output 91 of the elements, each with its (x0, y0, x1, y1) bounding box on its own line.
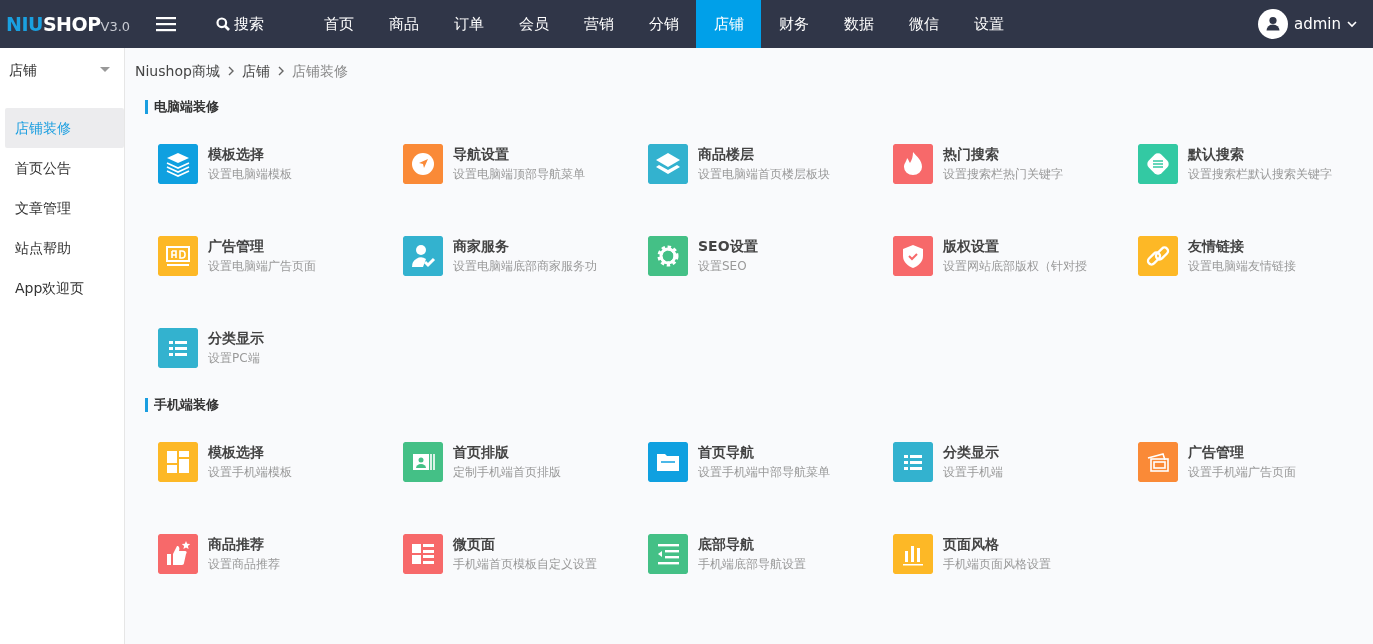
decoration-tile[interactable]: 广告管理 设置电脑端广告页面 (158, 236, 403, 276)
tile-description: 设置PC端 (208, 350, 261, 367)
decoration-tile[interactable]: 广告管理 设置手机端广告页面 (1138, 442, 1373, 482)
chevron-right-icon (277, 66, 284, 76)
decoration-tile[interactable]: 首页导航 设置手机端中部导航菜单 (648, 442, 893, 482)
search-button[interactable]: 搜索 (202, 0, 278, 48)
sidebar-item[interactable]: App欢迎页 (5, 268, 124, 308)
tile-description: 定制手机端首页排版 (453, 464, 561, 481)
decoration-tile[interactable]: 首页排版 定制手机端首页排版 (403, 442, 648, 482)
tile-title: 默认搜索 (1188, 145, 1245, 164)
menu-icon (156, 16, 176, 32)
chevron-right-icon (227, 66, 234, 76)
nav-tab[interactable]: 会员 (501, 0, 566, 48)
tile-description: 设置手机端 (943, 464, 1003, 481)
tile-description: 手机端底部导航设置 (698, 556, 806, 573)
decoration-tile[interactable]: 分类显示 设置PC端 (158, 328, 403, 368)
avatar-icon (1258, 9, 1288, 39)
tile-title: 导航设置 (453, 145, 510, 164)
decoration-tile[interactable]: 商家服务 设置电脑端底部商家服务功 (403, 236, 648, 276)
tile-title: 热门搜索 (943, 145, 1000, 164)
nav-tab[interactable]: 设置 (956, 0, 1021, 48)
decoration-tile[interactable]: 底部导航 手机端底部导航设置 (648, 534, 893, 574)
decoration-tile[interactable]: 商品推荐 设置商品推荐 (158, 534, 403, 574)
logo-text: NIUSHOP (6, 11, 101, 37)
breadcrumb-link[interactable]: Niushop商城 (135, 60, 220, 82)
tile-title: 首页排版 (453, 443, 510, 462)
tile-title: 商品推荐 (208, 535, 265, 554)
sidebar-item[interactable]: 首页公告 (5, 148, 124, 188)
caret-icon (100, 67, 110, 73)
tile-description: 设置电脑端模板 (208, 166, 292, 183)
decoration-tile[interactable]: 导航设置 设置电脑端顶部导航菜单 (403, 144, 648, 184)
decoration-tile[interactable]: 微页面 手机端首页模板自定义设置 (403, 534, 648, 574)
tile-title: 微页面 (453, 535, 496, 554)
tile-description: 设置手机端中部导航菜单 (698, 464, 830, 481)
decoration-tile[interactable]: SEO设置 设置SEO (648, 236, 893, 276)
decoration-tile[interactable]: 友情链接 设置电脑端友情链接 (1138, 236, 1373, 276)
tile-description: 设置电脑端首页楼层板块 (698, 166, 830, 183)
nav-tab[interactable]: 订单 (436, 0, 501, 48)
tile-title: 模板选择 (208, 145, 265, 164)
tile-description: 设置电脑端广告页面 (208, 258, 316, 275)
tile-title: SEO设置 (698, 237, 758, 256)
tile-description: 设置电脑端顶部导航菜单 (453, 166, 585, 183)
tile-title: 页面风格 (943, 535, 1000, 554)
tile-title: 分类显示 (943, 443, 1000, 462)
decoration-tile[interactable]: 页面风格 手机端页面风格设置 (893, 534, 1138, 574)
nav-tab[interactable]: 分销 (631, 0, 696, 48)
tile-title: 分类显示 (208, 329, 264, 348)
tile-description: 设置搜索栏热门关键字 (943, 166, 1063, 183)
decoration-tile[interactable]: 默认搜索 设置搜索栏默认搜索关键字 (1138, 144, 1373, 184)
decoration-tile[interactable]: 商品楼层 设置电脑端首页楼层板块 (648, 144, 893, 184)
tile-description: 设置电脑端底部商家服务功 (453, 258, 597, 275)
breadcrumb-current: 店铺装修 (291, 61, 348, 81)
tile-description: 设置手机端模板 (208, 464, 292, 481)
decoration-tile[interactable]: 热门搜索 设置搜索栏热门关键字 (893, 144, 1138, 184)
tile-title: 商家服务 (453, 237, 510, 256)
decoration-tile[interactable]: 模板选择 设置手机端模板 (158, 442, 403, 482)
sidebar-item[interactable]: 站点帮助 (5, 228, 124, 268)
tile-description: 设置电脑端友情链接 (1188, 258, 1296, 275)
tile-title: 底部导航 (698, 535, 755, 554)
tile-description: 设置手机端广告页面 (1188, 464, 1296, 481)
sidebar-item[interactable]: 文章管理 (5, 188, 124, 228)
nav-tab[interactable]: 微信 (891, 0, 956, 48)
section-title: 手机端装修 (145, 398, 219, 412)
tile-title: 广告管理 (1188, 443, 1245, 462)
section-title: 电脑端装修 (145, 100, 219, 114)
decoration-tile[interactable]: 分类显示 设置手机端 (893, 442, 1138, 482)
search-icon (216, 17, 230, 31)
nav-tab[interactable]: 商品 (371, 0, 436, 48)
breadcrumb-link[interactable]: 店铺 (241, 60, 270, 82)
nav-tab[interactable]: 财务 (761, 0, 826, 48)
decoration-tile[interactable]: 版权设置 设置网站底部版权（针对授 (893, 236, 1138, 276)
tile-title: 版权设置 (943, 237, 1000, 256)
tile-description: 设置SEO (698, 258, 748, 275)
tile-description: 手机端首页模板自定义设置 (453, 556, 597, 573)
tile-title: 首页导航 (698, 443, 755, 462)
tile-description: 设置商品推荐 (208, 556, 280, 573)
version-label: V3.0 (100, 18, 131, 36)
tile-description: 设置网站底部版权（针对授 (943, 258, 1087, 275)
tile-title: 友情链接 (1188, 237, 1245, 256)
tile-title: 商品楼层 (698, 145, 755, 164)
chevron-icon (1347, 20, 1357, 28)
nav-tab[interactable]: 首页 (306, 0, 371, 48)
sidebar-header[interactable]: 店铺 (0, 48, 124, 92)
decoration-tile[interactable]: 模板选择 设置电脑端模板 (158, 144, 403, 184)
tile-description: 手机端页面风格设置 (943, 556, 1051, 573)
tile-description: 设置搜索栏默认搜索关键字 (1188, 166, 1332, 183)
user-menu[interactable]: admin (1244, 0, 1373, 48)
nav-tab[interactable]: 营销 (566, 0, 631, 48)
tile-title: 广告管理 (208, 237, 265, 256)
tile-title: 模板选择 (208, 443, 265, 462)
nav-tab[interactable]: 数据 (826, 0, 891, 48)
